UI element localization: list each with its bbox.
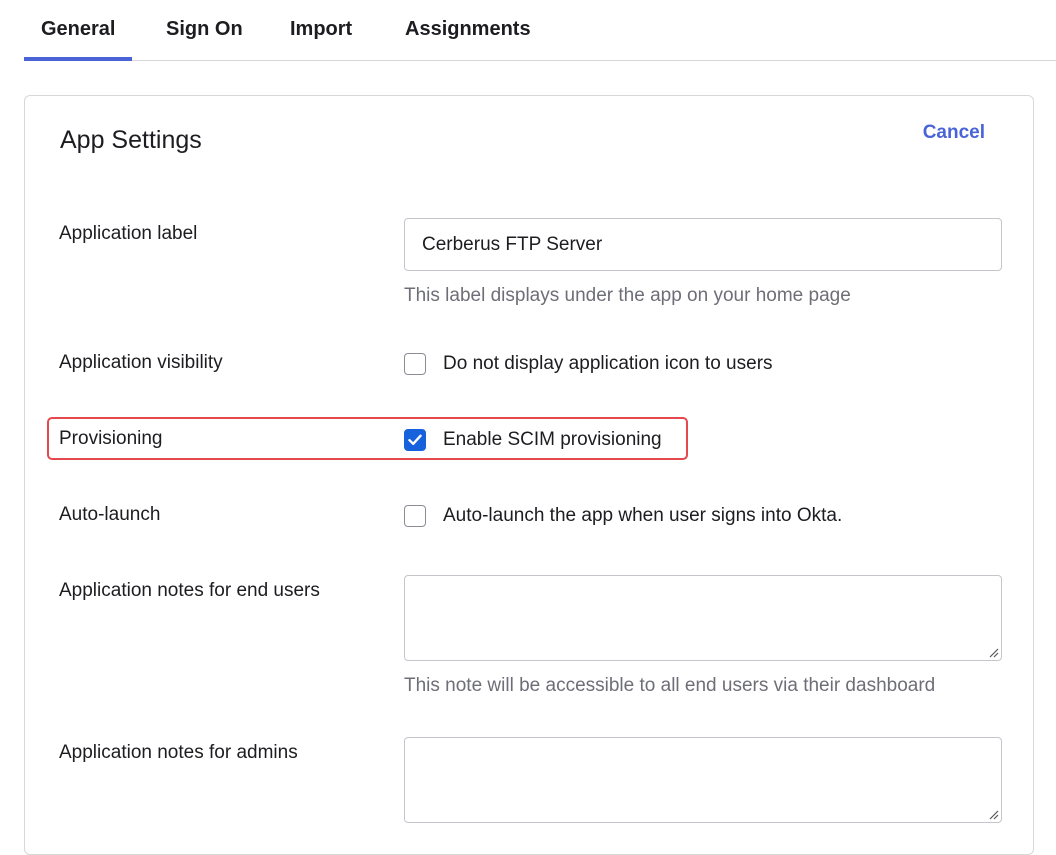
notes-admins-textarea[interactable] xyxy=(404,737,1002,823)
visibility-option-label: Do not display application icon to users xyxy=(443,353,773,374)
resize-grip-icon[interactable] xyxy=(987,646,999,658)
provisioning-label: Provisioning xyxy=(59,428,163,449)
notes-admins-label: Application notes for admins xyxy=(59,742,298,763)
auto-launch-option[interactable]: Auto-launch the app when user signs into… xyxy=(404,504,842,528)
checkmark-icon xyxy=(408,434,422,445)
visibility-checkbox[interactable] xyxy=(404,353,426,375)
active-tab-indicator xyxy=(24,57,132,61)
tab-assignments[interactable]: Assignments xyxy=(405,18,531,41)
tab-bar: General Sign On Import Assignments xyxy=(24,0,1056,61)
tab-sign-on[interactable]: Sign On xyxy=(166,18,243,41)
notes-end-users-textarea[interactable] xyxy=(404,575,1002,661)
application-label-label: Application label xyxy=(59,223,198,244)
application-label-hint: This label displays under the app on you… xyxy=(404,285,851,306)
provisioning-option[interactable]: Enable SCIM provisioning xyxy=(404,428,662,452)
tab-general[interactable]: General xyxy=(41,18,115,41)
tab-import[interactable]: Import xyxy=(290,18,352,41)
resize-grip-icon[interactable] xyxy=(987,808,999,820)
visibility-option[interactable]: Do not display application icon to users xyxy=(404,352,773,376)
notes-end-users-label: Application notes for end users xyxy=(59,580,320,601)
auto-launch-option-label: Auto-launch the app when user signs into… xyxy=(443,505,843,526)
auto-launch-checkbox[interactable] xyxy=(404,505,426,527)
notes-end-users-hint: This note will be accessible to all end … xyxy=(404,675,936,696)
provisioning-checkbox[interactable] xyxy=(404,429,426,451)
application-label-input[interactable] xyxy=(404,218,1002,271)
card-title: App Settings xyxy=(60,126,202,154)
cancel-button[interactable]: Cancel xyxy=(923,122,985,144)
provisioning-option-label: Enable SCIM provisioning xyxy=(443,429,662,450)
application-visibility-label: Application visibility xyxy=(59,352,223,373)
auto-launch-label: Auto-launch xyxy=(59,504,161,525)
